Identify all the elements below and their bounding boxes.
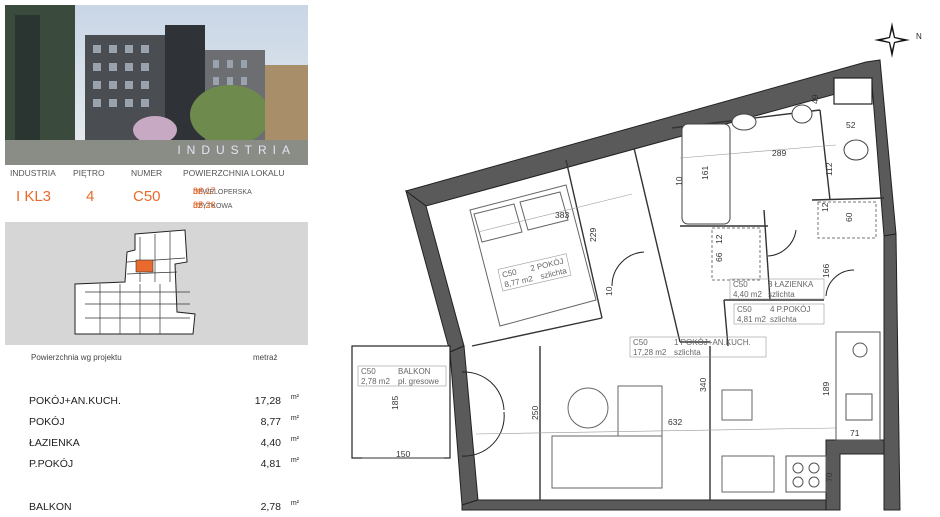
- svg-text:szlichta: szlichta: [770, 315, 797, 324]
- value-floor: 4: [86, 188, 95, 205]
- table-header-right: metraż: [253, 353, 278, 362]
- row-name: BALKON: [29, 501, 72, 513]
- svg-text:383: 383: [555, 210, 569, 220]
- header-investment: INDUSTRIA: [10, 168, 56, 178]
- area-developer-unit: m²: [193, 186, 204, 196]
- room-label-salon: C50 1 POKÓJ+AN.KUCH. 17,28 m2 szlichta: [629, 336, 767, 358]
- room-label-p-pokoj: C50 4 P.POKÓJ 4,81 m2 szlichta: [733, 303, 825, 325]
- svg-text:166: 166: [821, 264, 831, 278]
- svg-text:10: 10: [604, 286, 614, 296]
- svg-text:161: 161: [700, 166, 710, 180]
- exterior-walls: [404, 59, 901, 511]
- area-usable-unit: m²: [193, 200, 204, 210]
- photo-brand-text: INDUSTRIA: [177, 143, 296, 157]
- floor-key-plan: [5, 222, 308, 345]
- table-row: ŁAZIENKA 4,40 m²: [29, 436, 299, 451]
- svg-text:C50: C50: [633, 338, 648, 347]
- svg-text:185: 185: [390, 396, 400, 410]
- svg-text:szlichta: szlichta: [674, 348, 701, 357]
- row-unit: m²: [290, 436, 299, 443]
- svg-text:49: 49: [810, 94, 820, 104]
- svg-text:4 P.POKÓJ: 4 P.POKÓJ: [770, 305, 810, 314]
- balcony: [351, 345, 451, 459]
- value-investment: I KL3: [16, 188, 52, 205]
- svg-text:229: 229: [588, 228, 598, 242]
- svg-text:12: 12: [714, 234, 724, 244]
- svg-text:C50: C50: [737, 305, 752, 314]
- room-label-pokoj: C50 2 POKÓJ 8,77 m2 szlichta: [497, 253, 572, 292]
- area-developer: 36,17 m² DEWELOPERSKA: [193, 186, 252, 196]
- row-name: POKÓJ+AN.KUCH.: [29, 395, 121, 407]
- toilet: [843, 139, 869, 161]
- row-value: 17,28: [254, 395, 281, 407]
- svg-text:112: 112: [824, 162, 834, 176]
- svg-text:70: 70: [824, 472, 834, 482]
- table-row: P.POKÓJ 4,81 m²: [29, 457, 299, 472]
- svg-text:250: 250: [530, 406, 540, 420]
- floor-plan: C50 2 POKÓJ 8,77 m2 szlichta C50 3 ŁAZIE…: [351, 59, 901, 511]
- svg-text:pł. gresowe: pł. gresowe: [398, 377, 439, 386]
- svg-text:C50: C50: [361, 367, 376, 376]
- svg-text:C50: C50: [733, 280, 748, 289]
- row-unit: m²: [290, 394, 299, 401]
- table-header-left: Powierzchnia wg projektu: [31, 353, 122, 362]
- row-value: 4,81: [260, 458, 281, 470]
- area-table: Powierzchnia wg projektu metraż POKÓJ+AN…: [5, 345, 308, 517]
- door-swings: [461, 229, 855, 457]
- table-row-balcony: BALKON 2,78 m²: [29, 500, 299, 515]
- svg-text:289: 289: [772, 148, 786, 158]
- svg-text:4,40 m2: 4,40 m2: [733, 290, 762, 299]
- svg-text:1 POKÓJ+AN.KUCH.: 1 POKÓJ+AN.KUCH.: [674, 338, 751, 347]
- header-floor: PIĘTRO: [73, 168, 105, 178]
- svg-text:632: 632: [668, 417, 682, 427]
- row-name: ŁAZIENKA: [29, 437, 80, 449]
- sink: [731, 113, 757, 131]
- row-unit: m²: [290, 500, 299, 507]
- row-name: POKÓJ: [29, 416, 65, 428]
- svg-text:10: 10: [674, 176, 684, 186]
- svg-text:BALKON: BALKON: [398, 367, 431, 376]
- row-value: 8,77: [260, 416, 281, 428]
- header-area: POWIERZCHNIA LOKALU: [183, 168, 285, 178]
- info-values: I KL3 4 C50 36,17 m² DEWELOPERSKA 35,26 …: [0, 186, 312, 216]
- svg-text:52: 52: [846, 120, 856, 130]
- svg-text:189: 189: [821, 382, 831, 396]
- shaft: [833, 77, 873, 105]
- building-photo: INDUSTRIA: [5, 5, 308, 165]
- info-headers: INDUSTRIA PIĘTRO NUMER POWIERZCHNIA LOKA…: [0, 168, 312, 180]
- info-panel: INDUSTRIA INDUSTRIA PIĘTRO NUMER POWIERZ…: [0, 0, 312, 517]
- living-furniture: [551, 385, 775, 493]
- row-name: P.POKÓJ: [29, 458, 74, 470]
- table-row: POKÓJ 8,77 m²: [29, 415, 299, 430]
- table-row: POKÓJ+AN.KUCH. 17,28 m²: [29, 394, 299, 409]
- row-unit: m²: [290, 457, 299, 464]
- value-number: C50: [133, 188, 161, 205]
- row-unit: m²: [290, 415, 299, 422]
- header-number: NUMER: [131, 168, 163, 178]
- svg-text:340: 340: [698, 378, 708, 392]
- svg-text:66: 66: [714, 252, 724, 262]
- svg-text:60: 60: [844, 212, 854, 222]
- svg-text:4,81 m2: 4,81 m2: [737, 315, 766, 324]
- row-value: 2,78: [260, 501, 281, 513]
- svg-text:17,28 m2: 17,28 m2: [633, 348, 667, 357]
- row-value: 4,40: [260, 437, 281, 449]
- svg-text:szlichta: szlichta: [768, 290, 795, 299]
- sink-2: [791, 104, 813, 124]
- svg-text:12: 12: [820, 202, 830, 212]
- svg-text:71: 71: [850, 428, 860, 438]
- svg-text:2,78 m2: 2,78 m2: [361, 377, 390, 386]
- room-label-lazienka: C50 3 ŁAZIENKA 4,40 m2 szlichta: [729, 278, 825, 300]
- area-usable: 35,26 m² UŻYTKOWA: [193, 200, 232, 210]
- svg-text:3 ŁAZIENKA: 3 ŁAZIENKA: [768, 280, 814, 289]
- svg-text:150: 150: [396, 449, 410, 459]
